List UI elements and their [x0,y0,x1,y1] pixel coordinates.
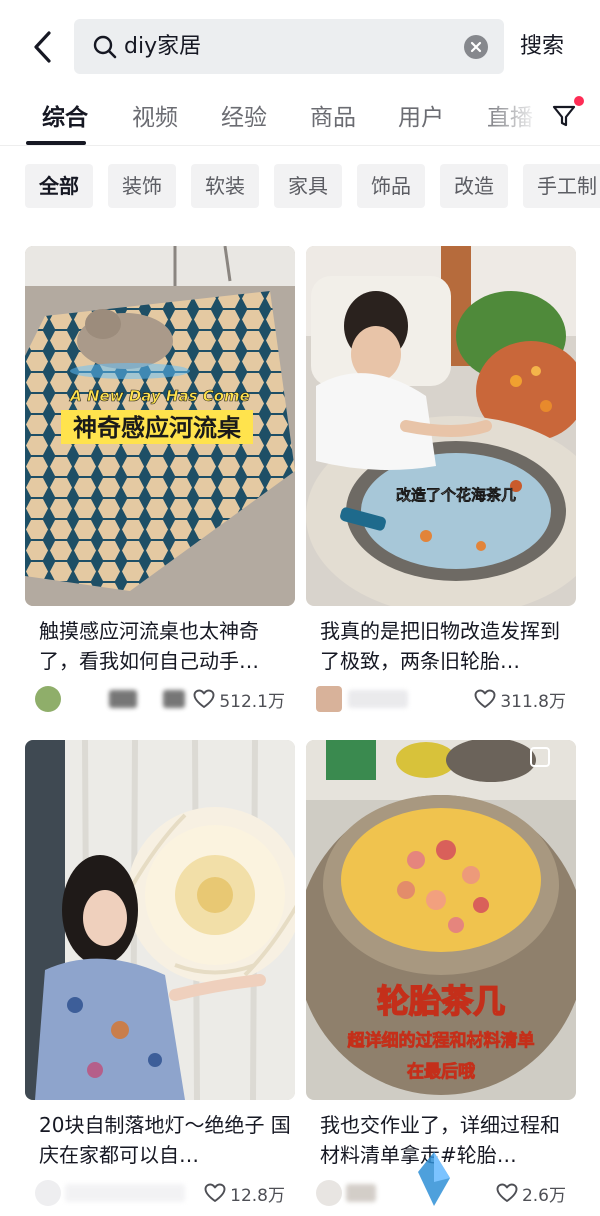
card-overlay-caption: 改造了个花海茶几 [396,486,516,504]
chevron-left-icon [34,31,51,63]
heart-icon [193,689,215,708]
category-chips: 全部 装饰 软装 家具 饰品 改造 手工制 [0,164,600,208]
video-thumbnail[interactable] [25,740,295,1100]
author-name-blurred [65,1184,185,1202]
author-avatar[interactable] [35,686,61,712]
watermark-logo-icon [418,1152,450,1206]
chip-decor[interactable]: 装饰 [108,164,176,208]
like-count: 512.1万 [219,691,285,712]
chip-furniture[interactable]: 家具 [274,164,342,208]
card-overlay-subtitle: 在最后哦 [407,1061,475,1082]
chip-all[interactable]: 全部 [25,164,93,208]
author-name-blurred [109,690,137,708]
tab-experience[interactable]: 经验 [221,98,267,138]
like-button[interactable]: 512.1万 [193,684,285,714]
card-meta: 311.8万 [306,684,576,714]
search-bar[interactable] [74,19,504,74]
author-avatar[interactable] [35,1180,61,1206]
floor-lamp-image [25,740,295,1100]
video-thumbnail[interactable]: 改造了个花海茶几 [306,246,576,606]
filter-notification-dot [574,96,584,106]
card-title[interactable]: 我真的是把旧物改造发挥到了极致，两条旧轮胎… [320,616,572,676]
clear-search-button[interactable] [464,35,488,59]
back-button[interactable] [24,26,60,68]
card-title[interactable]: 触摸感应河流桌也太神奇了，看我如何自己动手… [39,616,291,676]
search-header: 搜索 [0,0,600,92]
active-tab-indicator [26,141,86,145]
heart-icon [204,1183,226,1202]
tab-general[interactable]: 综合 [42,98,88,138]
card-meta: 512.1万 [25,684,295,714]
like-count: 12.8万 [230,1185,285,1206]
search-submit-button[interactable]: 搜索 [520,28,564,66]
like-count: 2.6万 [521,1185,566,1206]
result-tabs: 综合 视频 经验 商品 用户 直播 [0,90,600,146]
author-name-blurred [348,690,408,708]
card-overlay-caption-en: A New Day Has Come [69,387,250,405]
card-meta: 2.6万 [306,1152,576,1208]
author-avatar[interactable] [316,1180,342,1206]
like-button[interactable]: 311.8万 [474,684,566,714]
like-count: 311.8万 [500,691,566,712]
tab-video[interactable]: 视频 [132,98,178,138]
tire-table-image: 轮胎茶几 超详细的过程和材料清单 在最后哦 [306,740,576,1100]
search-icon [93,35,117,59]
author-name-blurred [163,690,185,708]
chip-accessories[interactable]: 饰品 [357,164,425,208]
search-input[interactable] [124,19,444,74]
video-thumbnail[interactable]: A New Day Has Come 神奇感应河流桌 [25,246,295,606]
heart-icon [496,1183,518,1202]
video-thumbnail[interactable]: 轮胎茶几 超详细的过程和材料清单 在最后哦 [306,740,576,1100]
author-name-blurred [346,1184,376,1202]
card-title[interactable]: 20块自制落地灯～绝绝子 国庆在家都可以自… [39,1110,291,1170]
heart-icon [474,689,496,708]
chip-soft-furnishing[interactable]: 软装 [191,164,259,208]
card-overlay-subtitle: 超详细的过程和材料清单 [348,1030,535,1051]
chip-renovation[interactable]: 改造 [440,164,508,208]
like-button[interactable]: 12.8万 [204,1178,285,1208]
chip-handmade[interactable]: 手工制 [523,164,600,208]
card-meta: 12.8万 [25,1178,295,1208]
tab-live[interactable]: 直播 [487,98,533,138]
tire-flower-table-image: 改造了个花海茶几 [306,246,576,606]
tab-products[interactable]: 商品 [310,98,356,138]
tab-users[interactable]: 用户 [398,98,444,138]
close-icon [470,41,482,53]
card-overlay-headline: 轮胎茶几 [377,982,505,1020]
river-table-image: A New Day Has Come 神奇感应河流桌 [25,246,295,606]
card-overlay-caption: 神奇感应河流桌 [73,414,241,442]
filter-icon [552,105,576,127]
like-button[interactable]: 2.6万 [496,1178,566,1208]
author-avatar[interactable] [316,686,342,712]
